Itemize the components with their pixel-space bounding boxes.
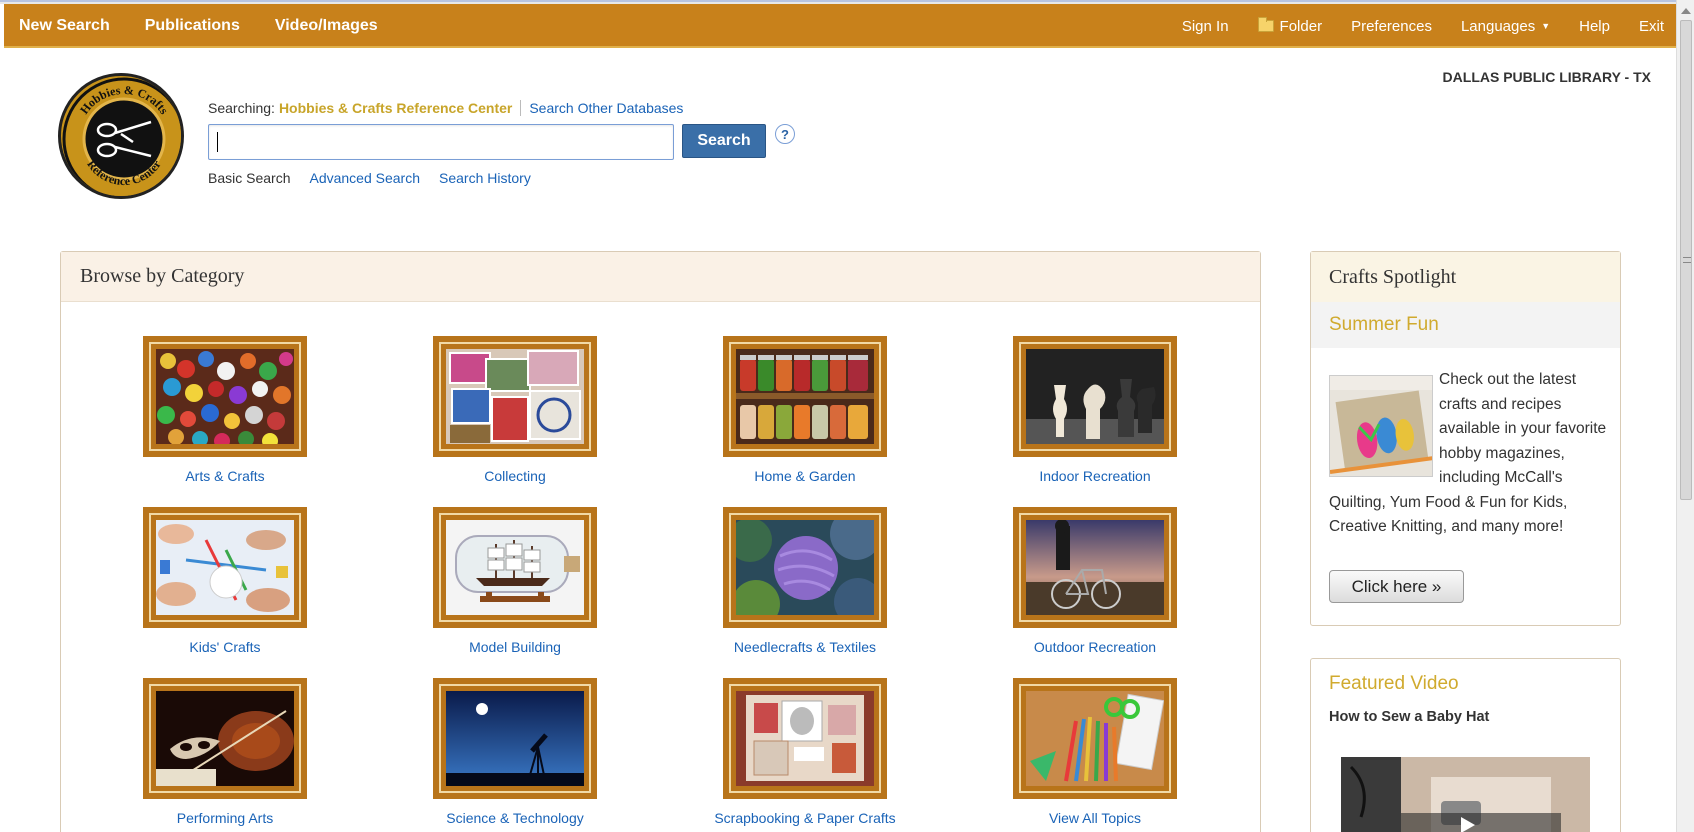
nav-video-images[interactable]: Video/Images [275, 17, 378, 35]
nav-folder-label: Folder [1279, 17, 1323, 35]
searching-line: Searching: Hobbies & Crafts Reference Ce… [208, 100, 683, 116]
vertical-scrollbar[interactable] [1676, 0, 1694, 832]
category-label[interactable]: Performing Arts [125, 810, 325, 826]
crafts-spotlight-panel: Crafts Spotlight Summer Fun Check out th… [1310, 251, 1621, 626]
category-label[interactable]: View All Topics [995, 810, 1195, 826]
advanced-search-link[interactable]: Advanced Search [309, 170, 420, 186]
basic-search-label: Basic Search [208, 170, 291, 186]
caret-down-icon: ▼ [1541, 21, 1551, 31]
category-label[interactable]: Outdoor Recreation [995, 639, 1195, 655]
category-model-building[interactable]: Model Building [415, 507, 615, 655]
nav-preferences[interactable]: Preferences [1351, 18, 1432, 35]
search-input[interactable] [208, 124, 674, 160]
nav-folder[interactable]: Folder [1257, 17, 1323, 35]
scrollbar-grip-icon [1683, 257, 1691, 263]
nav-languages-label: Languages [1460, 17, 1536, 35]
category-label[interactable]: Arts & Crafts [125, 468, 325, 484]
category-home-garden[interactable]: Home & Garden [705, 336, 905, 484]
jars-image [736, 349, 874, 444]
kids-crafts-image [156, 520, 294, 615]
featured-video-name[interactable]: How to Sew a Baby Hat [1329, 709, 1489, 725]
category-label[interactable]: Collecting [415, 468, 615, 484]
scrollbar-thumb[interactable] [1680, 20, 1692, 500]
category-outdoor-recreation[interactable]: Outdoor Recreation [995, 507, 1195, 655]
telescope-image [446, 691, 584, 786]
search-history-link[interactable]: Search History [439, 170, 531, 186]
help-icon[interactable]: ? [775, 124, 795, 144]
featured-video-panel: Featured Video How to Sew a Baby Hat [1310, 658, 1621, 832]
welcome-mat-image[interactable] [1329, 375, 1433, 477]
yarn-image [736, 520, 874, 615]
nav-exit-label: Exit [1638, 17, 1664, 35]
category-label[interactable]: Scrapbooking & Paper Crafts [705, 810, 905, 826]
spotlight-subtitle: Summer Fun [1311, 302, 1620, 348]
nav-languages[interactable]: Languages ▼ [1461, 18, 1550, 35]
category-label[interactable]: Science & Technology [415, 810, 615, 826]
library-name: DALLAS PUBLIC LIBRARY - TX [1442, 69, 1651, 85]
top-nav-bar: New Search Publications Video/Images Sig… [4, 4, 1676, 48]
spotlight-title: Crafts Spotlight [1311, 252, 1620, 302]
category-view-all-topics[interactable]: View All Topics [995, 678, 1195, 826]
category-label[interactable]: Indoor Recreation [995, 468, 1195, 484]
nav-exit[interactable]: Exit [1639, 18, 1664, 35]
nav-sign-in[interactable]: Sign In [1182, 18, 1229, 35]
category-label[interactable]: Home & Garden [705, 468, 905, 484]
supplies-image [1026, 691, 1164, 786]
nav-help[interactable]: Help [1579, 18, 1610, 35]
nav-preferences-label: Preferences [1351, 17, 1432, 35]
click-here-button[interactable]: Click here » [1329, 570, 1464, 603]
nav-left-group: New Search Publications Video/Images [19, 4, 413, 48]
search-other-databases-link[interactable]: Search Other Databases [529, 100, 683, 116]
nav-right-group: Sign In Folder Preferences Languages ▼ He… [1182, 4, 1676, 48]
searching-label: Searching: [208, 100, 275, 116]
category-collecting[interactable]: Collecting [415, 336, 615, 484]
featured-video-title: Featured Video [1329, 673, 1459, 694]
category-label[interactable]: Needlecrafts & Textiles [705, 639, 905, 655]
bicycle-image [1026, 520, 1164, 615]
nav-help-label: Help [1579, 17, 1610, 35]
category-performing-arts[interactable]: Performing Arts [125, 678, 325, 826]
category-label[interactable]: Kids' Crafts [125, 639, 325, 655]
window-top-accent [0, 0, 1680, 2]
video-thumbnail[interactable] [1341, 757, 1590, 832]
category-label[interactable]: Model Building [415, 639, 615, 655]
category-science-technology[interactable]: Science & Technology [415, 678, 615, 826]
search-button[interactable]: Search [682, 124, 766, 158]
ship-in-bottle-image [446, 520, 584, 615]
browse-panel: Browse by Category Arts & Crafts Collect… [60, 251, 1261, 832]
category-frame [143, 336, 307, 457]
scrapbook-image [736, 691, 874, 786]
logo-seal-icon: Hobbies & Crafts Reference Center [62, 77, 181, 196]
category-kids-crafts[interactable]: Kids' Crafts [125, 507, 325, 655]
category-indoor-recreation[interactable]: Indoor Recreation [995, 336, 1195, 484]
separator [520, 100, 522, 116]
database-logo[interactable]: Hobbies & Crafts Reference Center [58, 73, 184, 199]
folder-icon [1257, 17, 1274, 32]
nav-new-search[interactable]: New Search [19, 17, 110, 35]
nav-publications[interactable]: Publications [145, 17, 240, 35]
category-needlecrafts-textiles[interactable]: Needlecrafts & Textiles [705, 507, 905, 655]
scroll-up-arrow-icon[interactable] [1679, 4, 1693, 18]
stamps-image [446, 349, 584, 444]
violin-mask-image [156, 691, 294, 786]
browse-title: Browse by Category [61, 252, 1260, 302]
text-cursor [217, 132, 218, 152]
search-modes: Basic Search Advanced Search Search Hist… [208, 170, 550, 186]
category-scrapbooking[interactable]: Scrapbooking & Paper Crafts [705, 678, 905, 826]
beads-image [156, 349, 294, 444]
category-arts-crafts[interactable]: Arts & Crafts [125, 336, 325, 484]
nav-sign-in-label: Sign In [1181, 17, 1229, 35]
chess-image [1026, 349, 1164, 444]
database-name: Hobbies & Crafts Reference Center [278, 100, 513, 116]
